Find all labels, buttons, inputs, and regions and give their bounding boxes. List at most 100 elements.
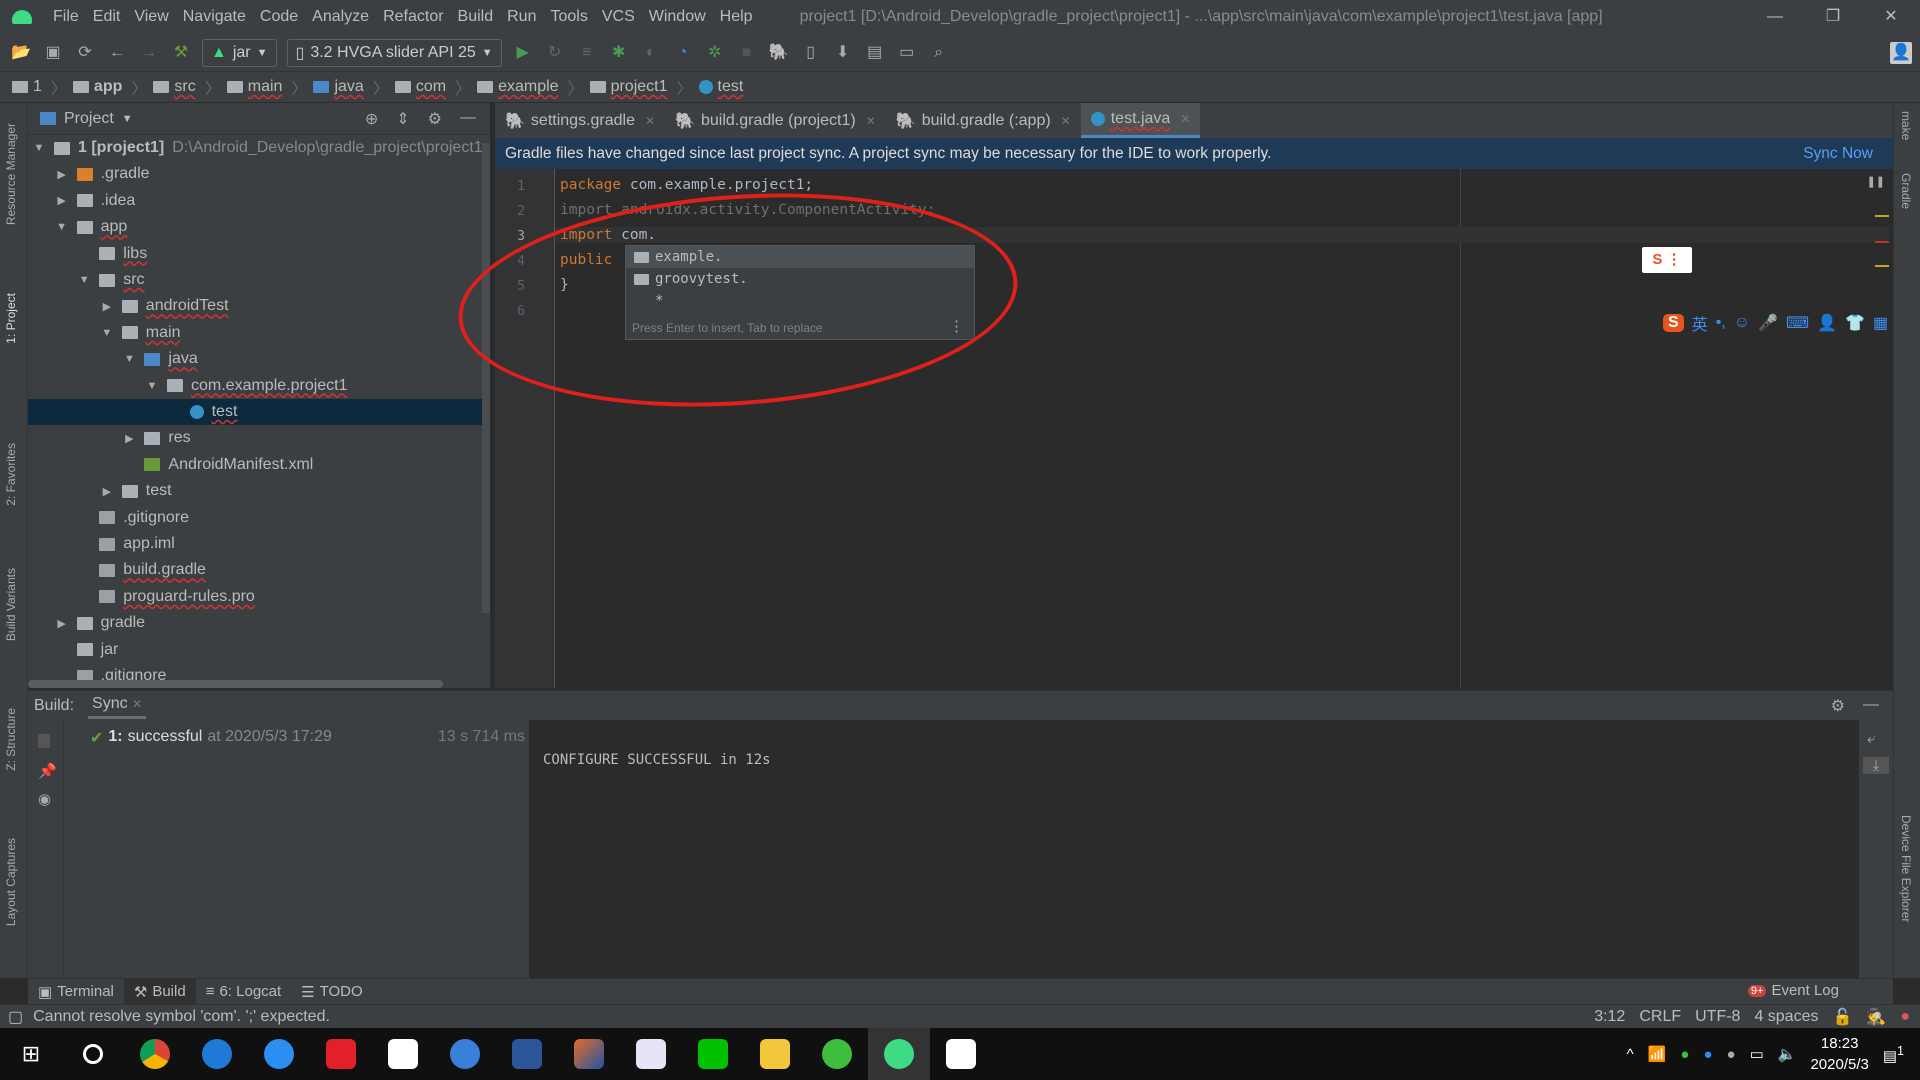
search-icon[interactable]: ⌕: [928, 42, 950, 64]
minimize-button[interactable]: —: [1746, 0, 1804, 34]
sync-now-link[interactable]: Sync Now: [1803, 145, 1873, 163]
tab-test-java[interactable]: test.java ✕: [1080, 103, 1201, 138]
chevron-right-icon[interactable]: ▶: [100, 300, 114, 313]
chevron-down-icon[interactable]: ▼: [100, 327, 114, 339]
sync-icon[interactable]: ⟳: [74, 42, 96, 64]
build-result-row[interactable]: ✔ 1: successful at 2020/5/3 17:29 13 s 7…: [90, 728, 525, 748]
event-log-button[interactable]: 9+ Event Log: [1738, 982, 1849, 999]
action-center-icon[interactable]: ▤1: [1883, 1044, 1904, 1065]
menu-build[interactable]: Build: [451, 8, 501, 26]
tree-item[interactable]: libs: [28, 241, 490, 267]
kugou-icon[interactable]: [248, 1028, 310, 1080]
chevron-down-icon[interactable]: ▼: [55, 221, 69, 233]
ime-language-toggle[interactable]: 英: [1692, 311, 1708, 335]
coverage-icon[interactable]: ◐: [640, 42, 662, 64]
tree-item[interactable]: AndroidManifest.xml: [28, 452, 490, 478]
code-line[interactable]: import androidx.activity.ComponentActivi…: [560, 202, 935, 218]
menu-edit[interactable]: Edit: [86, 8, 128, 26]
code-line[interactable]: package com.example.project1;: [560, 177, 813, 193]
chevron-right-icon[interactable]: ▶: [55, 617, 69, 630]
tool-resource-manager[interactable]: Resource Manager: [4, 123, 18, 225]
stop-icon[interactable]: ■: [736, 42, 758, 64]
inspector-icon[interactable]: 🕵: [1866, 1007, 1886, 1027]
close-icon[interactable]: ✕: [645, 114, 655, 128]
forward-icon[interactable]: →: [138, 42, 160, 64]
chrome-icon[interactable]: [124, 1028, 186, 1080]
onedrive-icon[interactable]: ●: [1703, 1046, 1712, 1063]
tree-item[interactable]: ▼ com.example.project1: [28, 373, 490, 399]
error-stripe[interactable]: [1875, 241, 1889, 243]
breadcrumb-item[interactable]: app 〉: [72, 75, 147, 99]
save-icon[interactable]: ▣: [42, 42, 64, 64]
close-button[interactable]: ✕: [1862, 0, 1920, 34]
tree-item[interactable]: ▼ app: [28, 214, 490, 240]
user-icon[interactable]: 👤: [1890, 41, 1912, 64]
tree-item[interactable]: test: [28, 399, 490, 425]
menu-help[interactable]: Help: [713, 8, 760, 26]
unlock-icon[interactable]: 🔓: [1832, 1007, 1852, 1027]
maximize-button[interactable]: ❐: [1804, 0, 1862, 34]
soft-wrap-icon[interactable]: ⤶: [1867, 730, 1885, 747]
tree-item[interactable]: ▼ 1 [project1] D:\Android_Develop\gradle_p…: [28, 135, 490, 161]
code-line[interactable]: }: [560, 277, 569, 293]
tree-item[interactable]: .gitignore: [28, 505, 490, 531]
warning-stripe[interactable]: [1875, 265, 1889, 267]
ime-voice-icon[interactable]: 🎤: [1758, 313, 1778, 333]
open-icon[interactable]: 📂: [10, 42, 32, 64]
line-separator[interactable]: CRLF: [1639, 1008, 1681, 1026]
start-button[interactable]: ⊞: [0, 1028, 62, 1080]
chevron-down-icon[interactable]: ▼: [77, 274, 91, 286]
file-encoding[interactable]: UTF-8: [1695, 1008, 1740, 1026]
menu-navigate[interactable]: Navigate: [176, 8, 253, 26]
tool-make[interactable]: make: [1899, 111, 1913, 140]
tree-item[interactable]: jar: [28, 637, 490, 663]
tab-build-gradle-project1-[interactable]: 🐘 build.gradle (project1) ✕: [665, 103, 886, 138]
tool-device-file-explorer[interactable]: Device File Explorer: [1899, 815, 1913, 922]
ime-floating-icon[interactable]: S ⋮: [1642, 247, 1692, 273]
breadcrumb-item[interactable]: java 〉: [313, 75, 389, 99]
chevron-down-icon[interactable]: ▼: [145, 380, 159, 392]
menu-tools[interactable]: Tools: [543, 8, 594, 26]
tool-project[interactable]: 1: Project: [4, 293, 18, 344]
sogou-browser-icon[interactable]: [434, 1028, 496, 1080]
file-explorer-icon[interactable]: [744, 1028, 806, 1080]
matlab-icon[interactable]: [558, 1028, 620, 1080]
menu-window[interactable]: Window: [642, 8, 713, 26]
tree-item[interactable]: ▶ .gradle: [28, 161, 490, 187]
feishu-icon[interactable]: [620, 1028, 682, 1080]
wifi-icon[interactable]: 📶: [1648, 1045, 1667, 1063]
ime-skin-icon[interactable]: 👕: [1845, 313, 1865, 333]
tree-item[interactable]: build.gradle: [28, 557, 490, 583]
word-icon[interactable]: [496, 1028, 558, 1080]
debug-icon[interactable]: ✱: [608, 42, 630, 64]
code-line[interactable]: import com.: [556, 227, 1889, 243]
eye-icon[interactable]: ◉: [38, 790, 53, 808]
tree-item[interactable]: app.iml: [28, 531, 490, 557]
caret-position[interactable]: 3:12: [1594, 1008, 1625, 1026]
tab-build[interactable]: ⚒ Build: [123, 979, 196, 1004]
pin-icon[interactable]: 📌: [38, 762, 57, 780]
ime-user-icon[interactable]: 👤: [1817, 313, 1837, 333]
close-icon[interactable]: ✕: [1180, 112, 1190, 126]
tree-item[interactable]: ▶ .idea: [28, 188, 490, 214]
ime-emoji-icon[interactable]: ☺: [1734, 314, 1750, 332]
tab-logcat[interactable]: ≡ 6: Logcat: [196, 979, 291, 1004]
ime-apps-icon[interactable]: ▦: [1873, 313, 1888, 333]
breadcrumb-item[interactable]: main 〉: [226, 75, 307, 99]
breadcrumb-item[interactable]: example 〉: [477, 75, 584, 99]
indent-setting[interactable]: 4 spaces: [1754, 1008, 1818, 1026]
tab-sync[interactable]: Sync ✕: [88, 692, 147, 719]
tool-structure[interactable]: Z: Structure: [4, 708, 18, 771]
clock[interactable]: 18:23 2020/5/3: [1810, 1033, 1868, 1075]
cloud-error-icon[interactable]: ●: [1727, 1046, 1736, 1063]
tab-settings-gradle[interactable]: 🐘 settings.gradle ✕: [495, 103, 665, 138]
sync-gradle-icon[interactable]: 🐘: [768, 42, 790, 64]
breadcrumb-item[interactable]: test: [698, 78, 743, 96]
avd-manager-icon[interactable]: ▯: [800, 42, 822, 64]
chevron-right-icon[interactable]: ▶: [100, 485, 114, 498]
toggle-tool-windows-icon[interactable]: ▢: [8, 1007, 23, 1027]
run-icon[interactable]: ▶: [512, 42, 534, 64]
more-options-icon[interactable]: ⋮: [949, 317, 964, 335]
wechat-icon[interactable]: [806, 1028, 868, 1080]
apply-code-changes-icon[interactable]: ≡: [576, 42, 598, 64]
